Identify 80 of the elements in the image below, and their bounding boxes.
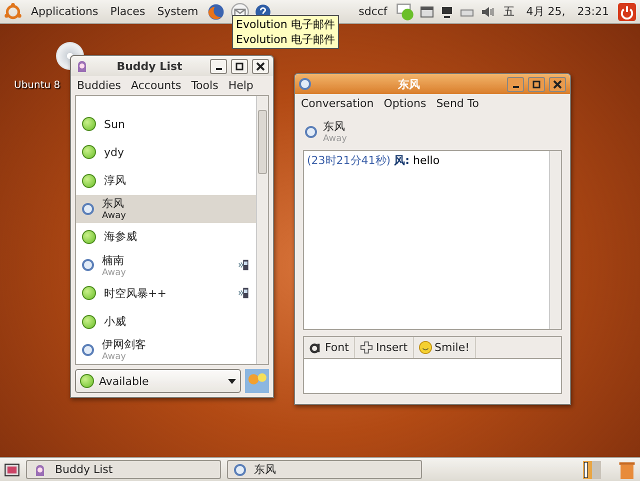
buddy-row[interactable]: 楠南 Away <box>76 251 256 280</box>
minimize-button[interactable] <box>210 58 227 74</box>
monitor-icon[interactable] <box>440 4 454 18</box>
buddy-name: 时空风暴++ <box>104 286 168 301</box>
buddy-status: Away <box>102 268 127 278</box>
globe-browser-icon[interactable] <box>207 2 226 20</box>
buddy-row[interactable]: 淳风 <box>76 166 256 195</box>
buddy-name: ydy <box>104 146 126 159</box>
menu-item[interactable]: Buddies <box>77 79 122 92</box>
buddy-row[interactable]: 海参威 <box>76 222 256 252</box>
away-clock-icon <box>305 126 317 138</box>
power-icon[interactable] <box>618 2 636 20</box>
taskbar-button[interactable]: Buddy List <box>26 460 221 479</box>
scrollbar[interactable] <box>549 151 561 329</box>
buddy-row[interactable]: 小威 <box>76 308 256 336</box>
buddy-status: Away <box>102 211 127 222</box>
menu-item[interactable]: Send To <box>436 97 479 110</box>
window-title: 东风 <box>397 76 421 92</box>
contact-status: Away <box>323 134 348 144</box>
weekday: 五 <box>502 4 516 19</box>
buddy-row[interactable]: ydy <box>76 138 256 166</box>
plus-icon <box>360 341 373 354</box>
show-desktop-icon[interactable] <box>4 462 20 478</box>
window-title: Buddy List <box>116 60 184 72</box>
buddy-name: 海参威 <box>104 229 138 244</box>
panel-menu[interactable]: Places <box>107 5 148 18</box>
menu-item[interactable]: Help <box>228 79 254 92</box>
buddy-name: 楠南 <box>102 252 125 268</box>
maximize-icon <box>235 62 244 70</box>
tooltip-text: Evolution 电子邮件 <box>236 17 335 32</box>
speaker-icon[interactable] <box>480 4 494 18</box>
close-icon <box>553 80 562 88</box>
close-button[interactable] <box>252 58 269 74</box>
user-name[interactable]: sdccf <box>356 5 390 18</box>
maximize-icon <box>532 80 541 88</box>
font-icon <box>309 341 322 354</box>
menu-item[interactable]: Conversation <box>301 97 374 110</box>
buddy-name: Sun <box>104 118 126 131</box>
smiley-icon <box>418 341 432 354</box>
buddy-name: 东风 <box>102 196 125 212</box>
maximize-button[interactable] <box>231 58 248 74</box>
menu-item[interactable]: Tools <box>191 79 218 92</box>
clock-date[interactable]: 4月 25, <box>523 4 568 19</box>
minimize-icon <box>512 86 518 88</box>
buddy-name: 小威 <box>104 314 127 330</box>
panel-menu[interactable]: Applications <box>28 5 102 18</box>
window-icon[interactable] <box>420 4 434 18</box>
menu-item[interactable]: Accounts <box>131 79 182 92</box>
clock-time[interactable]: 23:21 <box>574 5 612 18</box>
away-clock-icon <box>299 78 311 90</box>
menu-item[interactable]: Options <box>384 97 426 110</box>
taskbar-button[interactable]: 东风 <box>227 460 422 479</box>
status-selector[interactable]: Available <box>75 369 241 393</box>
ubuntu-logo-icon <box>4 2 22 20</box>
dropdown-arrow-icon <box>228 378 236 384</box>
buddy-figure-icon <box>75 59 89 73</box>
trash-icon[interactable] <box>618 460 636 478</box>
scrollbar[interactable] <box>256 96 268 364</box>
tooltip-text: Evolution 电子邮件 <box>236 32 335 47</box>
buddy-status: Away <box>102 352 127 362</box>
panel-menu[interactable]: System <box>154 5 202 18</box>
chat-message: (23时21分41秒) 风: hello <box>307 153 441 168</box>
message-input[interactable] <box>303 358 562 394</box>
available-status-icon <box>80 374 94 388</box>
close-icon <box>256 62 265 70</box>
buddy-figure-icon <box>33 462 47 476</box>
away-clock-icon <box>234 464 246 476</box>
buddy-row[interactable]: 东风 Away <box>76 194 256 223</box>
buddy-name: 淳风 <box>104 173 127 188</box>
buddy-row[interactable]: Sun <box>76 110 256 138</box>
buddy-row[interactable]: 伊网剑客 Away <box>76 336 256 364</box>
minimize-button[interactable] <box>507 76 524 92</box>
close-button[interactable] <box>549 76 566 92</box>
desktop-icon-label[interactable]: Ubuntu 8 <box>14 80 60 91</box>
minimize-icon <box>216 68 222 70</box>
buddy-row[interactable]: 时空风暴++ <box>76 279 256 308</box>
contact-name: 东风 <box>323 119 346 134</box>
buddy-name: 伊网剑客 <box>102 337 147 352</box>
chat-status-icon[interactable] <box>396 2 414 20</box>
maximize-button[interactable] <box>528 76 545 92</box>
